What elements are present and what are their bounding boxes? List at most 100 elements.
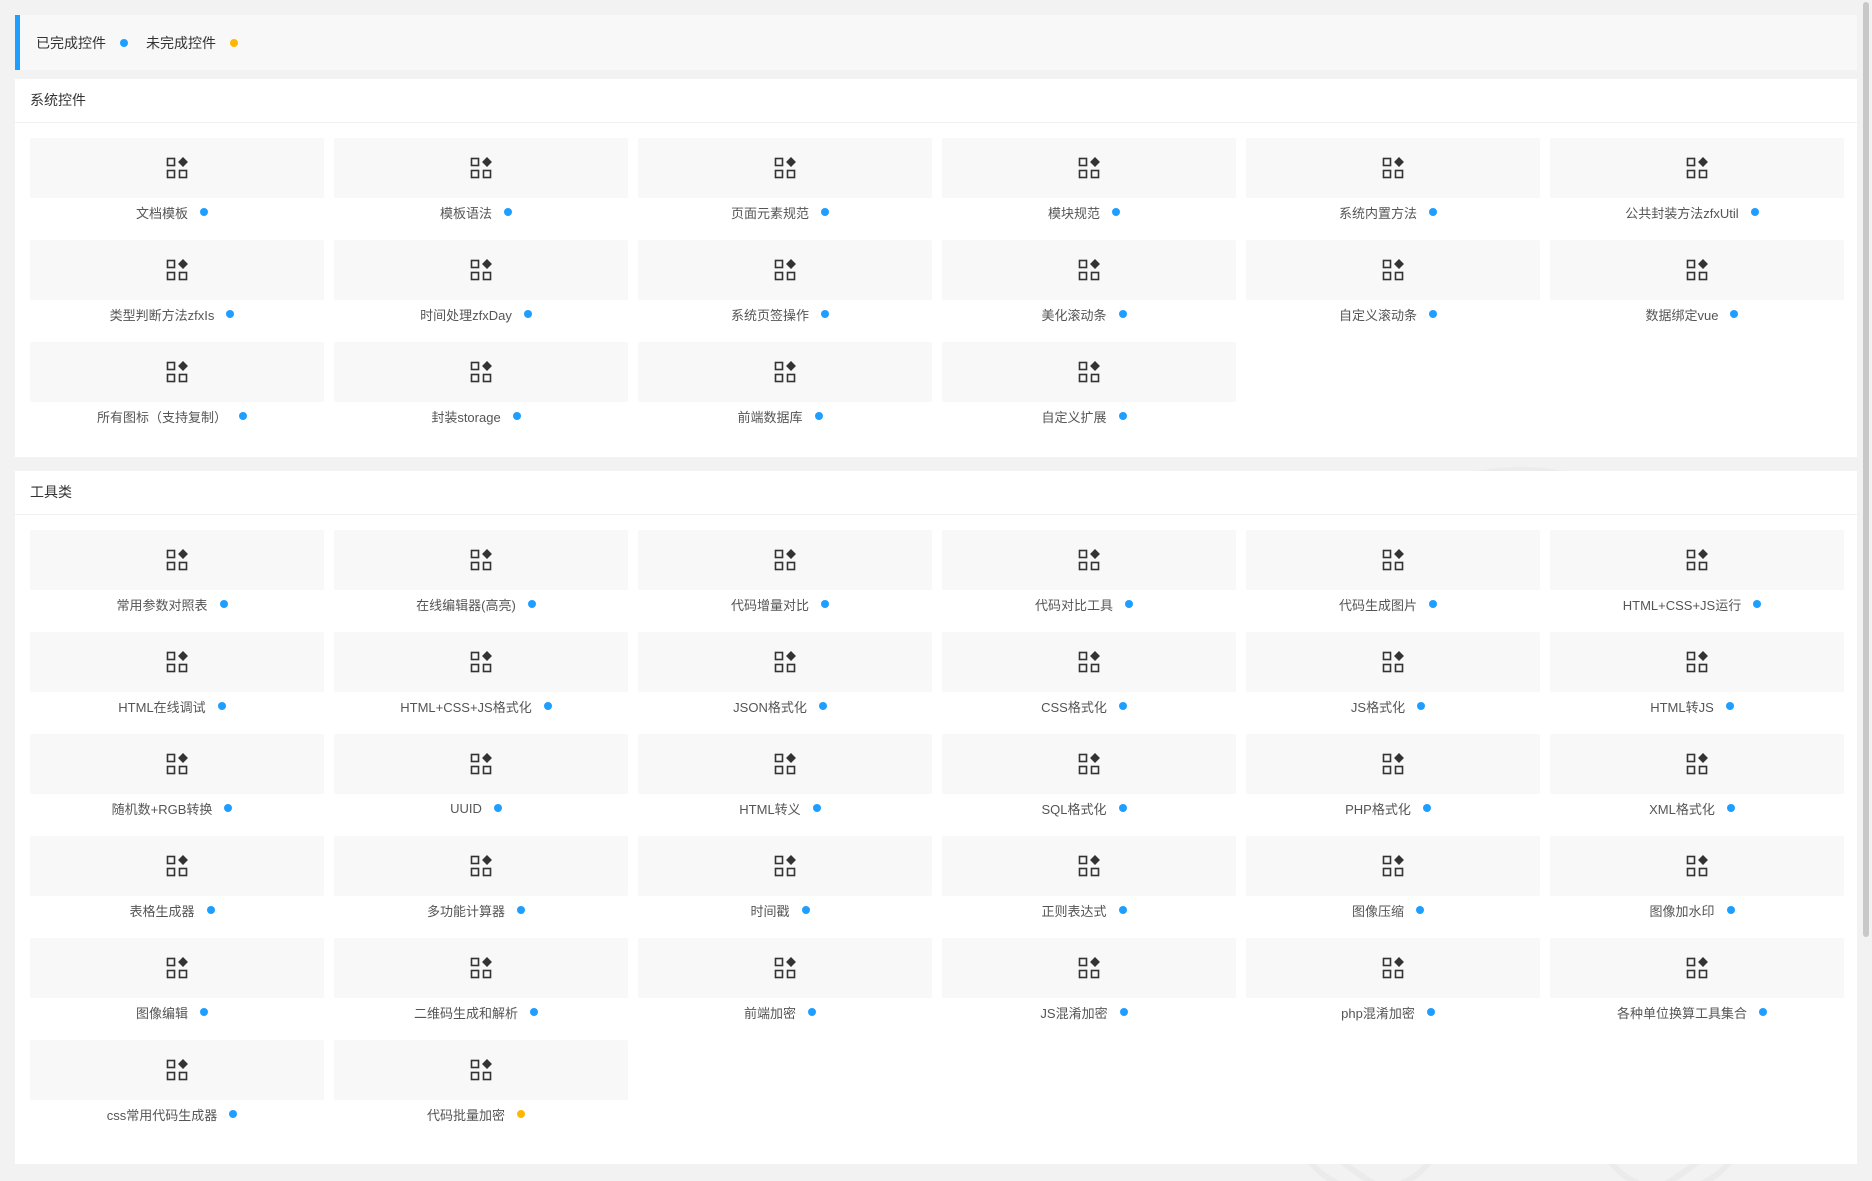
widget-tile-label[interactable]: HTML+CSS+JS格式化 [324,692,628,720]
widget-tile-label[interactable]: 图像编辑 [20,998,324,1026]
widget-tile-box[interactable] [638,836,932,896]
widget-tile-box[interactable] [1550,836,1844,896]
widget-tile-box[interactable] [1246,938,1540,998]
widget-tile-box[interactable] [1246,138,1540,198]
widget-tile-box[interactable] [30,632,324,692]
widget-tile-label[interactable]: CSS格式化 [932,692,1236,720]
widget-tile[interactable]: 正则表达式 [942,836,1236,924]
widget-tile-label[interactable]: JS格式化 [1236,692,1540,720]
widget-tile-box[interactable] [638,530,932,590]
widget-tile-label[interactable]: 类型判断方法zfxIs [20,300,324,328]
widget-tile-box[interactable] [334,342,628,402]
widget-tile[interactable]: 页面元素规范 [638,138,932,226]
widget-tile[interactable]: UUID [334,734,628,822]
widget-tile-label[interactable]: 代码生成图片 [1236,590,1540,618]
widget-tile-box[interactable] [942,240,1236,300]
widget-tile-box[interactable] [334,938,628,998]
widget-tile[interactable]: 自定义扩展 [942,342,1236,430]
widget-tile-label[interactable]: 代码批量加密 [324,1100,628,1128]
widget-tile[interactable]: HTML+CSS+JS运行 [1550,530,1844,618]
widget-tile[interactable]: HTML在线调试 [30,632,324,720]
widget-tile-box[interactable] [30,342,324,402]
widget-tile[interactable]: 前端加密 [638,938,932,1026]
widget-tile-box[interactable] [30,836,324,896]
widget-tile-box[interactable] [30,240,324,300]
widget-tile-box[interactable] [1550,138,1844,198]
widget-tile-label[interactable]: 所有图标（支持复制） [20,402,324,430]
widget-tile-box[interactable] [638,632,932,692]
widget-tile[interactable]: 数据绑定vue [1550,240,1844,328]
widget-tile-box[interactable] [334,530,628,590]
widget-tile-label[interactable]: 模板语法 [324,198,628,226]
widget-tile[interactable]: 自定义滚动条 [1246,240,1540,328]
widget-tile[interactable]: 公共封装方法zfxUtil [1550,138,1844,226]
widget-tile-label[interactable]: 时间戳 [628,896,932,924]
widget-tile-label[interactable]: 在线编辑器(高亮) [324,590,628,618]
widget-tile[interactable]: JS格式化 [1246,632,1540,720]
widget-tile-label[interactable]: 页面元素规范 [628,198,932,226]
widget-tile-box[interactable] [638,342,932,402]
widget-tile-label[interactable]: UUID [324,794,628,822]
widget-tile[interactable]: HTML转义 [638,734,932,822]
widget-tile-label[interactable]: HTML在线调试 [20,692,324,720]
widget-tile-label[interactable]: 时间处理zfxDay [324,300,628,328]
widget-tile-box[interactable] [334,1040,628,1100]
widget-tile-box[interactable] [334,734,628,794]
widget-tile[interactable]: 常用参数对照表 [30,530,324,618]
widget-tile[interactable]: 图像压缩 [1246,836,1540,924]
widget-tile[interactable]: 时间戳 [638,836,932,924]
widget-tile[interactable]: HTML+CSS+JS格式化 [334,632,628,720]
widget-tile-box[interactable] [30,530,324,590]
widget-tile-box[interactable] [942,836,1236,896]
widget-tile[interactable]: 类型判断方法zfxIs [30,240,324,328]
widget-tile[interactable]: 时间处理zfxDay [334,240,628,328]
widget-tile[interactable]: 在线编辑器(高亮) [334,530,628,618]
widget-tile-box[interactable] [942,632,1236,692]
widget-tile-box[interactable] [942,342,1236,402]
widget-tile-label[interactable]: 多功能计算器 [324,896,628,924]
widget-tile-label[interactable]: 二维码生成和解析 [324,998,628,1026]
widget-tile[interactable]: 代码生成图片 [1246,530,1540,618]
widget-tile-box[interactable] [638,734,932,794]
widget-tile-label[interactable]: 封装storage [324,402,628,430]
widget-tile[interactable]: 所有图标（支持复制） [30,342,324,430]
widget-tile-box[interactable] [1246,734,1540,794]
widget-tile-label[interactable]: 正则表达式 [932,896,1236,924]
widget-tile-label[interactable]: 各种单位换算工具集合 [1540,998,1844,1026]
widget-tile-label[interactable]: php混淆加密 [1236,998,1540,1026]
widget-tile[interactable]: 前端数据库 [638,342,932,430]
widget-tile-label[interactable]: 美化滚动条 [932,300,1236,328]
widget-tile-box[interactable] [638,938,932,998]
widget-tile-label[interactable]: 数据绑定vue [1540,300,1844,328]
widget-tile-box[interactable] [1550,734,1844,794]
widget-tile-box[interactable] [1246,240,1540,300]
widget-tile-label[interactable]: 文档模板 [20,198,324,226]
widget-tile[interactable]: css常用代码生成器 [30,1040,324,1128]
widget-tile-box[interactable] [334,632,628,692]
widget-tile[interactable]: 系统内置方法 [1246,138,1540,226]
widget-tile-label[interactable]: 图像加水印 [1540,896,1844,924]
widget-tile-label[interactable]: 公共封装方法zfxUtil [1540,198,1844,226]
widget-tile-box[interactable] [30,1040,324,1100]
widget-tile-box[interactable] [30,734,324,794]
widget-tile-box[interactable] [638,138,932,198]
widget-tile-label[interactable]: 图像压缩 [1236,896,1540,924]
widget-tile-label[interactable]: 前端数据库 [628,402,932,430]
widget-tile-label[interactable]: 系统页签操作 [628,300,932,328]
widget-tile-label[interactable]: 自定义扩展 [932,402,1236,430]
widget-tile-box[interactable] [334,138,628,198]
widget-tile-label[interactable]: HTML转JS [1540,692,1844,720]
widget-tile[interactable]: 图像编辑 [30,938,324,1026]
widget-tile-box[interactable] [942,530,1236,590]
widget-tile-label[interactable]: XML格式化 [1540,794,1844,822]
widget-tile[interactable]: XML格式化 [1550,734,1844,822]
widget-tile[interactable]: 封装storage [334,342,628,430]
widget-tile-label[interactable]: 表格生成器 [20,896,324,924]
widget-tile-label[interactable]: 模块规范 [932,198,1236,226]
widget-tile-box[interactable] [638,240,932,300]
widget-tile[interactable]: CSS格式化 [942,632,1236,720]
widget-tile[interactable]: 图像加水印 [1550,836,1844,924]
widget-tile-box[interactable] [334,836,628,896]
scrollbar-thumb[interactable] [1863,2,1869,937]
widget-tile-label[interactable]: 常用参数对照表 [20,590,324,618]
